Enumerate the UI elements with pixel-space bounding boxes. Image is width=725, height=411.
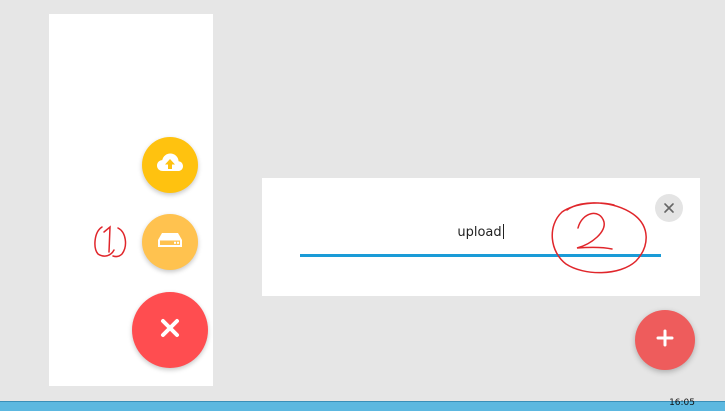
drive-icon [157, 231, 183, 253]
upload-fab-button[interactable] [142, 137, 198, 193]
upload-text-field[interactable]: upload [300, 218, 661, 257]
input-value: upload [457, 225, 502, 240]
close-icon [159, 317, 181, 343]
app-window: upload 16:05 [0, 0, 725, 411]
taskbar: 16:05 [0, 398, 725, 411]
plus-icon [655, 328, 675, 352]
drive-fab-button[interactable] [142, 214, 198, 270]
upload-dialog: upload [262, 178, 700, 296]
add-fab-button[interactable] [635, 310, 695, 370]
text-caret [502, 224, 504, 239]
close-fab-button[interactable] [132, 292, 208, 368]
cloud-upload-icon [156, 152, 184, 178]
taskbar-clock: 16:05 [669, 398, 695, 408]
upload-input[interactable]: upload [300, 218, 661, 252]
close-icon [663, 199, 675, 218]
